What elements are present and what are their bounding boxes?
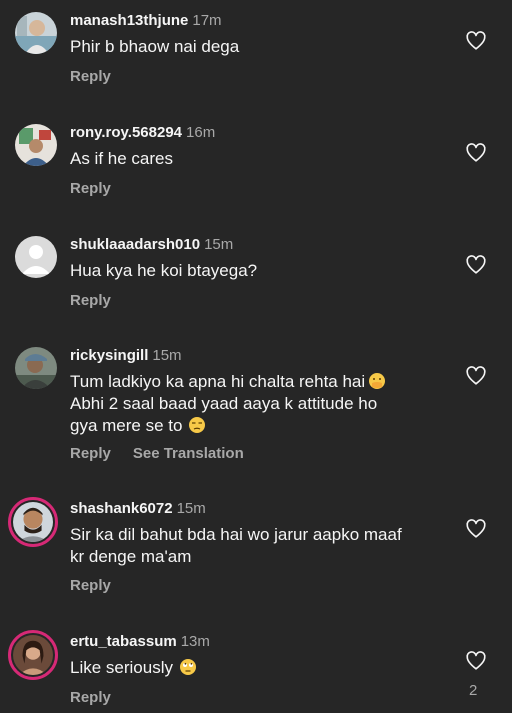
user-photo-icon bbox=[15, 347, 57, 389]
like-heart-icon[interactable] bbox=[465, 142, 487, 164]
reply-button[interactable]: Reply bbox=[70, 689, 111, 706]
comment-username[interactable]: rickysingill bbox=[70, 347, 148, 364]
reply-button[interactable]: Reply bbox=[70, 445, 111, 462]
comment-text: Phir b bhaow nai dega bbox=[70, 37, 240, 56]
avatar[interactable] bbox=[15, 236, 57, 278]
avatar[interactable] bbox=[8, 630, 58, 680]
comment-time: 16m bbox=[186, 124, 216, 141]
comment-header: ertu_tabassum 13m bbox=[70, 633, 210, 651]
comment-text: Hua kya he koi btayega? bbox=[70, 261, 258, 280]
avatar[interactable] bbox=[15, 12, 57, 54]
user-photo-icon bbox=[13, 635, 53, 675]
reply-button[interactable]: Reply bbox=[70, 577, 111, 594]
comment-time: 15m bbox=[176, 500, 206, 517]
like-heart-icon[interactable] bbox=[465, 254, 487, 276]
user-photo-icon bbox=[13, 502, 53, 542]
comment-item: shashank6072 15m Sir ka dil bahut bda hai… bbox=[0, 497, 512, 610]
like-heart-icon[interactable] bbox=[465, 518, 487, 540]
comment-actions: Reply bbox=[70, 577, 133, 595]
comment-actions: Reply bbox=[70, 180, 133, 198]
comment-item: shuklaaadarsh010 15m Hua kya he koi btaye… bbox=[0, 236, 512, 326]
comment-username[interactable]: shashank6072 bbox=[70, 500, 173, 517]
comment-time: 13m bbox=[180, 633, 210, 650]
avatar[interactable] bbox=[8, 497, 58, 547]
comment-text-line: Like seriously bbox=[70, 658, 173, 677]
like-heart-icon[interactable] bbox=[465, 30, 487, 52]
comment-header: shuklaaadarsh010 15m bbox=[70, 236, 233, 254]
eye-roll-emoji-icon bbox=[179, 658, 197, 676]
comment-item: rony.roy.568294 16m As if he cares Reply bbox=[0, 124, 512, 214]
user-photo-icon bbox=[15, 12, 57, 54]
like-heart-icon[interactable] bbox=[465, 650, 487, 672]
comment-header: shashank6072 15m bbox=[70, 500, 206, 518]
comment-actions: Reply bbox=[70, 689, 133, 707]
see-translation-button[interactable]: See Translation bbox=[133, 445, 244, 462]
comment-text-line: gya mere se to bbox=[70, 416, 183, 435]
comment-time: 17m bbox=[192, 12, 222, 29]
comment-username[interactable]: ertu_tabassum bbox=[70, 633, 177, 650]
comment-username[interactable]: manash13thjune bbox=[70, 12, 188, 29]
comment-text: As if he cares bbox=[70, 149, 173, 168]
comment-text-line: Tum ladkiyo ka apna hi chalta rehta hai bbox=[70, 372, 366, 391]
comment-text: Sir ka dil bahut bda hai wo jarur aapko … bbox=[70, 524, 450, 568]
comment-header: rickysingill 15m bbox=[70, 347, 182, 365]
comment-text-line: kr denge ma'am bbox=[70, 547, 192, 566]
comment-text-line: Abhi 2 saal baad yaad aaya k attitude ho bbox=[70, 394, 378, 413]
unamused-face-emoji-icon bbox=[188, 416, 206, 434]
avatar[interactable] bbox=[15, 124, 57, 166]
comment-time: 15m bbox=[152, 347, 182, 364]
comment-item: manash13thjune 17m Phir b bhaow nai dega … bbox=[0, 12, 512, 102]
avatar[interactable] bbox=[15, 347, 57, 389]
comment-header: rony.roy.568294 16m bbox=[70, 124, 215, 142]
comment-item: ertu_tabassum 13m Like seriously Reply bbox=[0, 630, 512, 713]
hand-over-mouth-emoji-icon bbox=[368, 372, 386, 390]
like-heart-icon[interactable] bbox=[465, 365, 487, 387]
comment-actions: Reply bbox=[70, 68, 133, 86]
comment-text: Like seriously bbox=[70, 657, 450, 679]
comment-text-line: Sir ka dil bahut bda hai wo jarur aapko … bbox=[70, 525, 402, 544]
like-count: 2 bbox=[469, 682, 478, 699]
comment-item: rickysingill 15m Tum ladkiyo ka apna hi c… bbox=[0, 347, 512, 487]
comment-username[interactable]: rony.roy.568294 bbox=[70, 124, 182, 141]
reply-button[interactable]: Reply bbox=[70, 180, 111, 197]
comment-time: 15m bbox=[204, 236, 234, 253]
comment-header: manash13thjune 17m bbox=[70, 12, 222, 30]
user-photo-icon bbox=[15, 124, 57, 166]
comment-actions: Reply bbox=[70, 292, 133, 310]
reply-button[interactable]: Reply bbox=[70, 292, 111, 309]
default-avatar-icon bbox=[15, 236, 57, 278]
comment-text: Tum ladkiyo ka apna hi chalta rehta hai … bbox=[70, 371, 450, 437]
comment-username[interactable]: shuklaaadarsh010 bbox=[70, 236, 200, 253]
reply-button[interactable]: Reply bbox=[70, 68, 111, 85]
comment-actions: Reply See Translation bbox=[70, 445, 266, 463]
